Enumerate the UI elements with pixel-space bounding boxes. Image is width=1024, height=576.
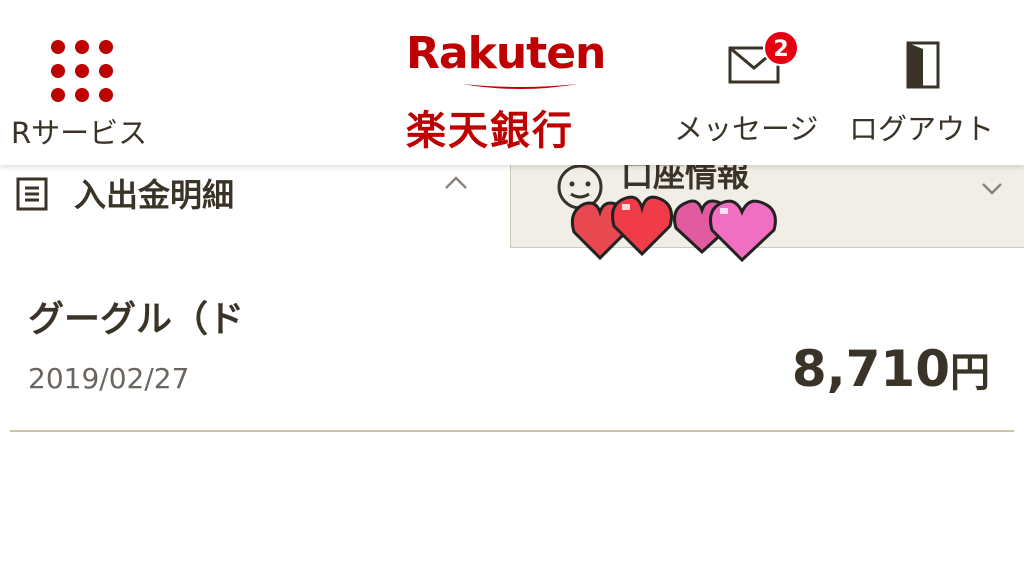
grid-dot [51, 40, 65, 54]
heart-4-icon [709, 199, 777, 263]
transaction-amount: 8,710円 [792, 340, 990, 398]
transaction-name: グーグル（ド [28, 299, 245, 340]
list-icon [16, 177, 48, 211]
chevron-down-icon[interactable] [979, 180, 1005, 198]
logo-swoosh-icon [462, 84, 578, 89]
transactions-section-header[interactable]: 入出金明細 [0, 160, 500, 220]
app-header: Rサービス Rakuten 楽天銀行 2 メッセージ ログアウト [0, 0, 1024, 165]
grid-dot [99, 88, 113, 102]
logo-bank-name: 楽天銀行 [406, 108, 574, 154]
messages-button[interactable]: 2 メッセージ [670, 30, 840, 150]
r-services-button[interactable]: Rサービス [0, 0, 170, 160]
grid-dot [51, 64, 65, 78]
logo-wordmark: Rakuten [406, 28, 606, 79]
grid-dot [75, 64, 89, 78]
heart-2-icon [611, 195, 673, 257]
transactions-section-title: 入出金明細 [74, 176, 235, 214]
logout-button[interactable]: ログアウト [845, 30, 1020, 150]
grid-dot [99, 64, 113, 78]
transaction-row[interactable]: グーグル（ド 2019/02/27 8,710円 [10, 270, 1014, 432]
chevron-up-icon[interactable] [442, 172, 470, 192]
grid-dot [75, 88, 89, 102]
rakuten-bank-logo[interactable]: Rakuten 楽天銀行 [400, 28, 620, 154]
messages-label: メッセージ [674, 112, 819, 146]
transaction-date: 2019/02/27 [28, 362, 190, 395]
door-icon [906, 41, 940, 89]
pixel-hearts-icon [570, 195, 777, 263]
grid-dot [75, 40, 89, 54]
grid-dot [99, 40, 113, 54]
transaction-amount-value: 8,710 [791, 340, 950, 398]
transaction-amount-unit: 円 [950, 350, 990, 396]
message-count-badge: 2 [763, 30, 799, 66]
grid-dot [51, 88, 65, 102]
grid-icon [51, 40, 121, 106]
r-services-label: Rサービス [11, 116, 148, 150]
logout-label: ログアウト [849, 112, 995, 146]
